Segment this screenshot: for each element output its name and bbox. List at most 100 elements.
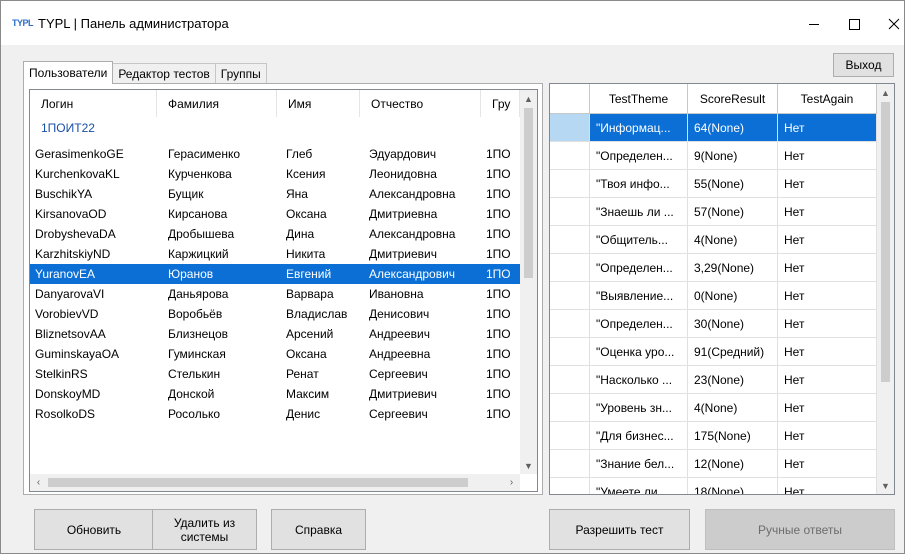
user-row[interactable]: DonskoyMD Донской Максим Дмитриевич 1ПО bbox=[30, 384, 520, 404]
test-theme-cell[interactable]: "Определен... bbox=[590, 254, 688, 281]
row-header-cell[interactable] bbox=[550, 310, 590, 337]
test-theme-cell[interactable]: "Твоя инфо... bbox=[590, 170, 688, 197]
row-header-cell[interactable] bbox=[550, 422, 590, 449]
exit-button[interactable]: Выход bbox=[833, 53, 894, 77]
row-header-cell[interactable] bbox=[550, 114, 590, 141]
user-row[interactable]: KurchenkovaKL Курченкова Ксения Леонидовна 1… bbox=[30, 164, 520, 184]
tab-groups[interactable]: Группы bbox=[214, 63, 267, 83]
score-result-cell[interactable]: 12(None) bbox=[688, 450, 778, 477]
score-result-cell[interactable]: 30(None) bbox=[688, 310, 778, 337]
user-row[interactable]: KirsanovaOD Кирсанова Оксана Дмитриевна 1ПО bbox=[30, 204, 520, 224]
scroll-up-icon[interactable]: ▲ bbox=[520, 90, 537, 107]
scroll-thumb[interactable] bbox=[524, 108, 533, 278]
column-header-score-result[interactable]: ScoreResult bbox=[688, 84, 778, 114]
result-row[interactable]: "Умеете ли ... 18(None) Нет bbox=[550, 478, 877, 494]
result-row[interactable]: "Оценка уро... 91(Средний) Нет bbox=[550, 338, 877, 366]
column-header-test-again[interactable]: TestAgain bbox=[778, 84, 877, 114]
user-row[interactable]: DanyarovaVI Даньярова Варвара Ивановна 1ПО bbox=[30, 284, 520, 304]
scroll-left-icon[interactable]: ‹ bbox=[30, 474, 47, 491]
result-row[interactable]: "Определен... 3,29(None) Нет bbox=[550, 254, 877, 282]
row-header-cell[interactable] bbox=[550, 450, 590, 477]
score-result-cell[interactable]: 4(None) bbox=[688, 226, 778, 253]
user-row[interactable]: DrobyshevaDA Дробышева Дина Александровна 1П… bbox=[30, 224, 520, 244]
score-result-cell[interactable]: 64(None) bbox=[688, 114, 778, 141]
test-theme-cell[interactable]: "Определен... bbox=[590, 142, 688, 169]
test-again-cell[interactable]: Нет bbox=[778, 282, 877, 309]
row-header-cell[interactable] bbox=[550, 478, 590, 494]
row-header-cell[interactable] bbox=[550, 226, 590, 253]
test-again-cell[interactable]: Нет bbox=[778, 198, 877, 225]
test-theme-cell[interactable]: "Определен... bbox=[590, 310, 688, 337]
test-again-cell[interactable]: Нет bbox=[778, 394, 877, 421]
column-header-name[interactable]: Имя bbox=[277, 90, 360, 117]
test-theme-cell[interactable]: "Для бизнес... bbox=[590, 422, 688, 449]
test-theme-cell[interactable]: "Знаешь ли ... bbox=[590, 198, 688, 225]
test-results-grid[interactable]: TestTheme ScoreResult TestAgain "Информа… bbox=[549, 83, 895, 495]
allow-test-button[interactable]: Разрешить тест bbox=[549, 509, 690, 550]
result-row[interactable]: "Уровень зн... 4(None) Нет bbox=[550, 394, 877, 422]
result-row[interactable]: "Знание бел... 12(None) Нет bbox=[550, 450, 877, 478]
result-row[interactable]: "Информац... 64(None) Нет bbox=[550, 114, 877, 142]
title-bar[interactable]: TYPL TYPL | Панель администратора bbox=[1, 1, 904, 45]
scroll-down-icon[interactable]: ▼ bbox=[877, 477, 894, 494]
test-theme-cell[interactable]: "Уровень зн... bbox=[590, 394, 688, 421]
score-result-cell[interactable]: 175(None) bbox=[688, 422, 778, 449]
row-header-cell[interactable] bbox=[550, 366, 590, 393]
score-result-cell[interactable]: 91(Средний) bbox=[688, 338, 778, 365]
user-row[interactable]: StelkinRS Стелькин Ренат Сергеевич 1ПО bbox=[30, 364, 520, 384]
tab-test-editor[interactable]: Редактор тестов bbox=[112, 63, 216, 83]
test-again-cell[interactable]: Нет bbox=[778, 142, 877, 169]
test-theme-cell[interactable]: "Выявление... bbox=[590, 282, 688, 309]
refresh-button[interactable]: Обновить bbox=[34, 509, 154, 550]
score-result-cell[interactable]: 23(None) bbox=[688, 366, 778, 393]
test-theme-cell[interactable]: "Информац... bbox=[590, 114, 688, 141]
results-vertical-scrollbar[interactable]: ▲ ▼ bbox=[877, 84, 894, 494]
row-header-cell[interactable] bbox=[550, 198, 590, 225]
user-row[interactable]: VorobievVD Воробьёв Владислав Денисович 1ПО bbox=[30, 304, 520, 324]
result-row[interactable]: "Общитель... 4(None) Нет bbox=[550, 226, 877, 254]
users-vertical-scrollbar[interactable]: ▲ ▼ bbox=[520, 90, 537, 474]
test-again-cell[interactable]: Нет bbox=[778, 366, 877, 393]
result-row[interactable]: "Насколько ... 23(None) Нет bbox=[550, 366, 877, 394]
result-row[interactable]: "Определен... 30(None) Нет bbox=[550, 310, 877, 338]
close-button[interactable] bbox=[871, 9, 904, 39]
row-header-cell[interactable] bbox=[550, 394, 590, 421]
user-row[interactable]: GuminskayaOA Гуминская Оксана Андреевна 1ПО bbox=[30, 344, 520, 364]
column-header-test-theme[interactable]: TestTheme bbox=[590, 84, 688, 114]
test-theme-cell[interactable]: "Знание бел... bbox=[590, 450, 688, 477]
column-header-surname[interactable]: Фамилия bbox=[157, 90, 277, 117]
tab-users[interactable]: Пользователи bbox=[23, 61, 114, 84]
score-result-cell[interactable]: 9(None) bbox=[688, 142, 778, 169]
scroll-thumb[interactable] bbox=[48, 478, 468, 487]
scroll-down-icon[interactable]: ▼ bbox=[520, 457, 537, 474]
row-header-cell[interactable] bbox=[550, 170, 590, 197]
test-again-cell[interactable]: Нет bbox=[778, 422, 877, 449]
test-again-cell[interactable]: Нет bbox=[778, 226, 877, 253]
row-header-cell[interactable] bbox=[550, 142, 590, 169]
result-row[interactable]: "Твоя инфо... 55(None) Нет bbox=[550, 170, 877, 198]
user-row[interactable]: KarzhitskiyND Каржицкий Никита Дмитриевич 1П… bbox=[30, 244, 520, 264]
test-theme-cell[interactable]: "Общитель... bbox=[590, 226, 688, 253]
help-button[interactable]: Справка bbox=[271, 509, 366, 550]
score-result-cell[interactable]: 18(None) bbox=[688, 478, 778, 494]
delete-user-button[interactable]: Удалить из системы bbox=[152, 509, 257, 550]
user-row[interactable]: GerasimenkoGE Герасименко Глеб Эдуардович 1П… bbox=[30, 144, 520, 164]
score-result-cell[interactable]: 57(None) bbox=[688, 198, 778, 225]
test-again-cell[interactable]: Нет bbox=[778, 254, 877, 281]
score-result-cell[interactable]: 3,29(None) bbox=[688, 254, 778, 281]
user-row[interactable]: BuschikYA Бущик Яна Александровна 1ПО bbox=[30, 184, 520, 204]
scroll-thumb[interactable] bbox=[881, 102, 890, 382]
score-result-cell[interactable]: 55(None) bbox=[688, 170, 778, 197]
scroll-up-icon[interactable]: ▲ bbox=[877, 84, 894, 101]
users-horizontal-scrollbar[interactable]: ‹ › bbox=[30, 474, 520, 491]
test-again-cell[interactable]: Нет bbox=[778, 114, 877, 141]
user-row[interactable]: BliznetsovAA Близнецов Арсений Андреевич 1ПО bbox=[30, 324, 520, 344]
score-result-cell[interactable]: 4(None) bbox=[688, 394, 778, 421]
test-theme-cell[interactable]: "Насколько ... bbox=[590, 366, 688, 393]
row-header-cell[interactable] bbox=[550, 254, 590, 281]
test-theme-cell[interactable]: "Оценка уро... bbox=[590, 338, 688, 365]
user-row[interactable]: YuranovEA Юранов Евгений Александрович 1ПО bbox=[30, 264, 520, 284]
result-row[interactable]: "Знаешь ли ... 57(None) Нет bbox=[550, 198, 877, 226]
column-header-group[interactable]: Гру bbox=[481, 90, 520, 117]
test-again-cell[interactable]: Нет bbox=[778, 478, 877, 494]
